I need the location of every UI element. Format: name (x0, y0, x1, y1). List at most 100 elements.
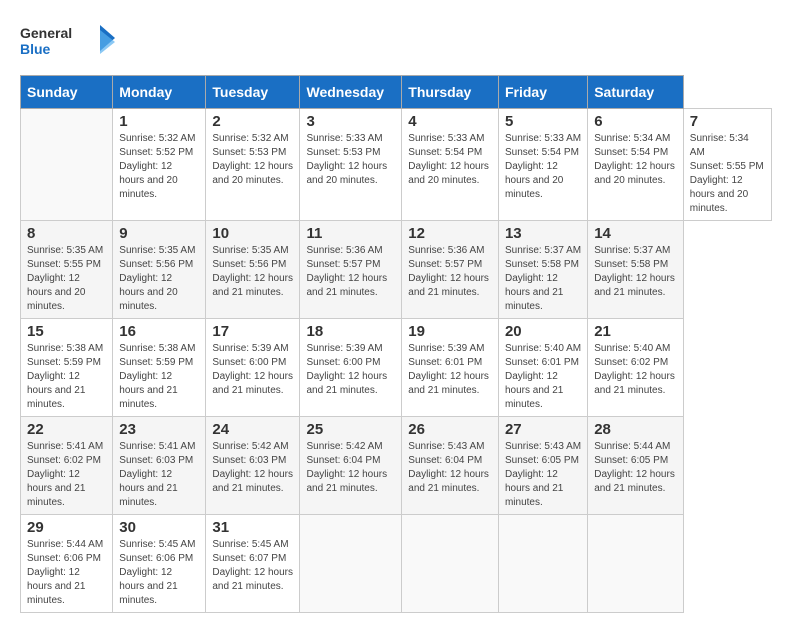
calendar-day-cell: 14 Sunrise: 5:37 AMSunset: 5:58 PMDaylig… (588, 221, 684, 319)
day-number: 31 (212, 519, 293, 536)
calendar-week-row: 29 Sunrise: 5:44 AMSunset: 6:06 PMDaylig… (21, 515, 772, 613)
page-header: General Blue (20, 20, 772, 65)
calendar-day-cell: 24 Sunrise: 5:42 AMSunset: 6:03 PMDaylig… (206, 417, 300, 515)
day-info: Sunrise: 5:37 AMSunset: 5:58 PMDaylight:… (594, 245, 675, 298)
day-number: 7 (690, 113, 765, 130)
calendar-empty-cell (402, 515, 499, 613)
calendar-day-cell: 2 Sunrise: 5:32 AMSunset: 5:53 PMDayligh… (206, 109, 300, 221)
day-number: 22 (27, 421, 106, 438)
day-info: Sunrise: 5:45 AMSunset: 6:06 PMDaylight:… (119, 539, 195, 606)
calendar-header-row: SundayMondayTuesdayWednesdayThursdayFrid… (21, 76, 772, 109)
day-info: Sunrise: 5:35 AMSunset: 5:55 PMDaylight:… (27, 245, 103, 312)
svg-text:General: General (20, 25, 72, 41)
calendar-day-cell: 15 Sunrise: 5:38 AMSunset: 5:59 PMDaylig… (21, 319, 113, 417)
day-number: 27 (505, 421, 581, 438)
calendar-empty-cell (588, 515, 684, 613)
calendar-day-cell: 1 Sunrise: 5:32 AMSunset: 5:52 PMDayligh… (113, 109, 206, 221)
day-number: 28 (594, 421, 677, 438)
day-info: Sunrise: 5:41 AMSunset: 6:03 PMDaylight:… (119, 441, 195, 508)
calendar-week-row: 1 Sunrise: 5:32 AMSunset: 5:52 PMDayligh… (21, 109, 772, 221)
day-info: Sunrise: 5:32 AMSunset: 5:53 PMDaylight:… (212, 133, 293, 186)
calendar-day-cell: 8 Sunrise: 5:35 AMSunset: 5:55 PMDayligh… (21, 221, 113, 319)
day-number: 6 (594, 113, 677, 130)
header-thursday: Thursday (402, 76, 499, 109)
calendar-day-cell: 10 Sunrise: 5:35 AMSunset: 5:56 PMDaylig… (206, 221, 300, 319)
day-number: 20 (505, 323, 581, 340)
day-info: Sunrise: 5:35 AMSunset: 5:56 PMDaylight:… (212, 245, 293, 298)
day-info: Sunrise: 5:34 AMSunset: 5:55 PMDaylight:… (690, 133, 764, 214)
day-info: Sunrise: 5:38 AMSunset: 5:59 PMDaylight:… (27, 343, 103, 410)
day-number: 2 (212, 113, 293, 130)
day-info: Sunrise: 5:39 AMSunset: 6:00 PMDaylight:… (212, 343, 293, 396)
header-wednesday: Wednesday (300, 76, 402, 109)
calendar-empty-cell (300, 515, 402, 613)
calendar-empty-cell (498, 515, 587, 613)
day-number: 29 (27, 519, 106, 536)
day-number: 16 (119, 323, 199, 340)
header-sunday: Sunday (21, 76, 113, 109)
day-info: Sunrise: 5:43 AMSunset: 6:04 PMDaylight:… (408, 441, 489, 494)
calendar-day-cell: 5 Sunrise: 5:33 AMSunset: 5:54 PMDayligh… (498, 109, 587, 221)
calendar-day-cell: 21 Sunrise: 5:40 AMSunset: 6:02 PMDaylig… (588, 319, 684, 417)
calendar-empty-cell (21, 109, 113, 221)
logo: General Blue (20, 20, 120, 65)
day-info: Sunrise: 5:34 AMSunset: 5:54 PMDaylight:… (594, 133, 675, 186)
day-number: 12 (408, 225, 492, 242)
day-number: 26 (408, 421, 492, 438)
day-number: 10 (212, 225, 293, 242)
day-number: 25 (306, 421, 395, 438)
calendar-day-cell: 9 Sunrise: 5:35 AMSunset: 5:56 PMDayligh… (113, 221, 206, 319)
calendar-week-row: 15 Sunrise: 5:38 AMSunset: 5:59 PMDaylig… (21, 319, 772, 417)
day-number: 5 (505, 113, 581, 130)
day-number: 13 (505, 225, 581, 242)
day-info: Sunrise: 5:32 AMSunset: 5:52 PMDaylight:… (119, 133, 195, 200)
calendar-day-cell: 16 Sunrise: 5:38 AMSunset: 5:59 PMDaylig… (113, 319, 206, 417)
day-info: Sunrise: 5:44 AMSunset: 6:05 PMDaylight:… (594, 441, 675, 494)
calendar-day-cell: 30 Sunrise: 5:45 AMSunset: 6:06 PMDaylig… (113, 515, 206, 613)
day-number: 21 (594, 323, 677, 340)
day-info: Sunrise: 5:45 AMSunset: 6:07 PMDaylight:… (212, 539, 293, 592)
day-info: Sunrise: 5:33 AMSunset: 5:54 PMDaylight:… (505, 133, 581, 200)
generalblue-logo: General Blue (20, 20, 120, 65)
day-info: Sunrise: 5:39 AMSunset: 6:01 PMDaylight:… (408, 343, 489, 396)
header-tuesday: Tuesday (206, 76, 300, 109)
calendar-table: SundayMondayTuesdayWednesdayThursdayFrid… (20, 75, 772, 613)
calendar-day-cell: 3 Sunrise: 5:33 AMSunset: 5:53 PMDayligh… (300, 109, 402, 221)
calendar-day-cell: 7 Sunrise: 5:34 AMSunset: 5:55 PMDayligh… (683, 109, 771, 221)
calendar-day-cell: 12 Sunrise: 5:36 AMSunset: 5:57 PMDaylig… (402, 221, 499, 319)
svg-text:Blue: Blue (20, 41, 51, 57)
day-number: 11 (306, 225, 395, 242)
calendar-day-cell: 23 Sunrise: 5:41 AMSunset: 6:03 PMDaylig… (113, 417, 206, 515)
calendar-week-row: 8 Sunrise: 5:35 AMSunset: 5:55 PMDayligh… (21, 221, 772, 319)
day-number: 30 (119, 519, 199, 536)
day-number: 17 (212, 323, 293, 340)
day-number: 9 (119, 225, 199, 242)
day-info: Sunrise: 5:43 AMSunset: 6:05 PMDaylight:… (505, 441, 581, 508)
calendar-day-cell: 28 Sunrise: 5:44 AMSunset: 6:05 PMDaylig… (588, 417, 684, 515)
day-info: Sunrise: 5:35 AMSunset: 5:56 PMDaylight:… (119, 245, 195, 312)
calendar-day-cell: 22 Sunrise: 5:41 AMSunset: 6:02 PMDaylig… (21, 417, 113, 515)
day-number: 23 (119, 421, 199, 438)
calendar-day-cell: 29 Sunrise: 5:44 AMSunset: 6:06 PMDaylig… (21, 515, 113, 613)
day-info: Sunrise: 5:42 AMSunset: 6:03 PMDaylight:… (212, 441, 293, 494)
day-number: 8 (27, 225, 106, 242)
calendar-day-cell: 6 Sunrise: 5:34 AMSunset: 5:54 PMDayligh… (588, 109, 684, 221)
calendar-day-cell: 31 Sunrise: 5:45 AMSunset: 6:07 PMDaylig… (206, 515, 300, 613)
day-info: Sunrise: 5:33 AMSunset: 5:54 PMDaylight:… (408, 133, 489, 186)
calendar-week-row: 22 Sunrise: 5:41 AMSunset: 6:02 PMDaylig… (21, 417, 772, 515)
day-info: Sunrise: 5:39 AMSunset: 6:00 PMDaylight:… (306, 343, 387, 396)
day-info: Sunrise: 5:41 AMSunset: 6:02 PMDaylight:… (27, 441, 103, 508)
calendar-day-cell: 20 Sunrise: 5:40 AMSunset: 6:01 PMDaylig… (498, 319, 587, 417)
calendar-day-cell: 25 Sunrise: 5:42 AMSunset: 6:04 PMDaylig… (300, 417, 402, 515)
day-number: 14 (594, 225, 677, 242)
header-monday: Monday (113, 76, 206, 109)
header-saturday: Saturday (588, 76, 684, 109)
calendar-day-cell: 26 Sunrise: 5:43 AMSunset: 6:04 PMDaylig… (402, 417, 499, 515)
day-info: Sunrise: 5:36 AMSunset: 5:57 PMDaylight:… (306, 245, 387, 298)
calendar-day-cell: 4 Sunrise: 5:33 AMSunset: 5:54 PMDayligh… (402, 109, 499, 221)
day-number: 18 (306, 323, 395, 340)
calendar-day-cell: 17 Sunrise: 5:39 AMSunset: 6:00 PMDaylig… (206, 319, 300, 417)
day-info: Sunrise: 5:44 AMSunset: 6:06 PMDaylight:… (27, 539, 103, 606)
day-number: 1 (119, 113, 199, 130)
day-number: 15 (27, 323, 106, 340)
